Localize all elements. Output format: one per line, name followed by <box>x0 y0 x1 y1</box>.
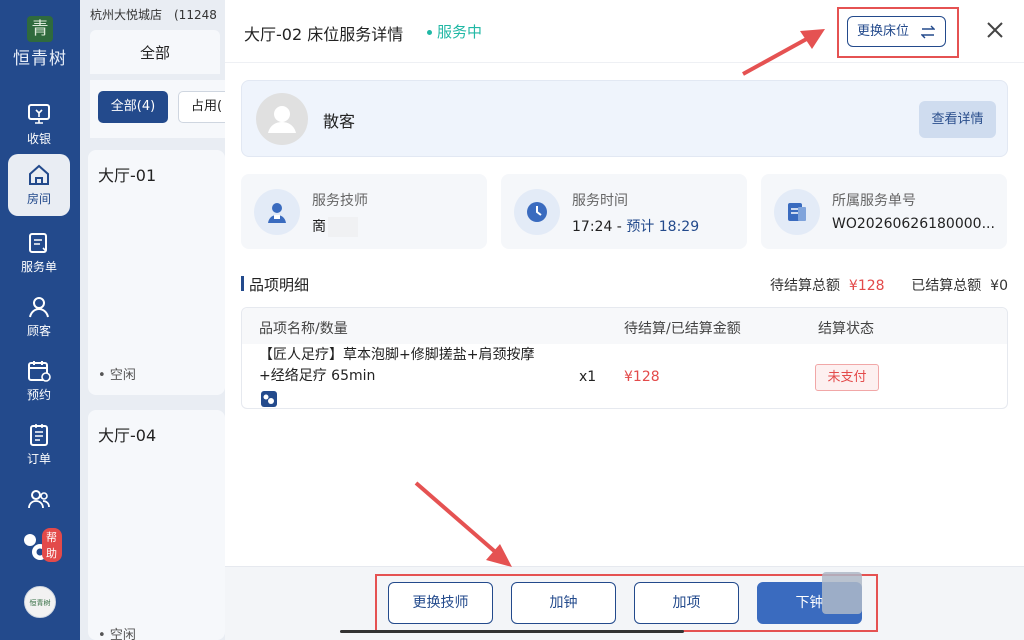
service-order-icon <box>29 233 47 253</box>
swap-bed-label: 更换床位 <box>857 24 910 39</box>
nav-label: 订单 <box>26 452 51 466</box>
customer-avatar <box>256 93 308 145</box>
nav-label: 预约 <box>26 388 51 402</box>
help-button[interactable]: 帮助 <box>22 528 62 570</box>
logo-text: 恒青树 <box>13 49 67 69</box>
filter-chip-all[interactable]: 全部(4) <box>98 91 168 123</box>
add-item-button[interactable]: 加项 <box>634 582 739 624</box>
room-status-text: 空闲 <box>109 368 136 383</box>
view-details-button[interactable]: 查看详情 <box>919 101 996 138</box>
room-title: 大厅-04 <box>98 426 157 445</box>
column-header: 待结算/已结算金额 <box>624 321 741 337</box>
column-header: 结算状态 <box>818 321 874 337</box>
customer-icon <box>29 297 49 318</box>
masked-text <box>328 217 358 237</box>
item-name: 【匠人足疗】草本泡脚+修脚搓盐+肩颈按摩+经络足疗 65min <box>259 347 535 384</box>
brand-tag-icon <box>263 394 274 404</box>
brand-logo: 青 恒青树 <box>0 16 80 69</box>
settled-total-value: ¥0 <box>990 278 1008 294</box>
help-badge: 帮助 <box>42 528 62 562</box>
info-card-order-no: 所属服务单号 WO20260626180000... <box>761 174 1007 249</box>
header-divider <box>225 62 1024 63</box>
swap-icon <box>921 25 935 39</box>
logo-mark: 青 <box>27 16 53 42</box>
service-order-number[interactable]: WO20260626180000... <box>832 216 995 232</box>
settled-total-label: 已结算总额 <box>911 278 982 294</box>
staff-icon <box>28 490 50 509</box>
nav-label: 服务单 <box>20 260 57 274</box>
item-qty: x1 <box>579 369 597 385</box>
nav-label: 顾客 <box>26 324 51 338</box>
order-icon <box>30 424 48 446</box>
room-status: • 空闲 <box>98 368 136 383</box>
room-icon <box>29 164 49 185</box>
item-amount: ¥128 <box>624 369 660 385</box>
status-dot <box>427 30 432 35</box>
tab-all[interactable]: 全部 <box>90 30 220 74</box>
add-time-button[interactable]: 加钟 <box>511 582 616 624</box>
customer-name: 散客 <box>323 112 356 131</box>
cashier-icon <box>28 104 50 124</box>
technician-name-text: 啇 <box>312 219 326 235</box>
info-label: 服务技师 <box>312 193 368 209</box>
info-label: 服务时间 <box>572 193 628 209</box>
service-estimate: 预计 18:29 <box>626 219 700 235</box>
technician-icon <box>268 203 286 223</box>
item-brand-icon <box>261 391 277 407</box>
room-status-text: 空闲 <box>109 628 136 640</box>
calendar-icon <box>28 361 51 382</box>
store-avatar[interactable]: 恒青树 <box>24 586 56 618</box>
technician-icon-wrap <box>254 189 300 235</box>
nav-item-customer[interactable]: 顾客 <box>8 286 70 348</box>
floating-overlay <box>822 572 862 614</box>
section-accent-bar <box>241 276 244 291</box>
clock-icon <box>527 202 547 222</box>
user-avatar-icon <box>268 106 296 133</box>
nav-item-cashier[interactable]: 收银 <box>8 94 70 156</box>
totals: 待结算总额 ¥128 已结算总额 ¥0 <box>770 275 1008 295</box>
info-card-service-time: 服务时间 17:24 - 预计 18:29 <box>501 174 747 249</box>
service-start: 17:24 - <box>572 219 622 235</box>
nav-label: 房间 <box>26 192 51 206</box>
section-title: 品项明细 <box>249 276 310 294</box>
room-title: 大厅-01 <box>98 166 157 185</box>
filter-row: 全部(4) 占用( <box>90 80 238 138</box>
technician-name: 啇 <box>312 216 358 237</box>
side-nav: 青 恒青树 收银 房间 服务单 顾客 预约 订单 帮助 恒青树 <box>0 0 80 640</box>
drawer-title: 大厅-02 床位服务详情 <box>244 25 404 44</box>
nav-item-order[interactable]: 订单 <box>8 414 70 476</box>
nav-label: 收银 <box>26 132 51 146</box>
pending-total-label: 待结算总额 <box>770 278 841 294</box>
room-card[interactable]: 大厅-04 • 空闲 <box>88 410 225 640</box>
clock-icon-wrap <box>514 189 560 235</box>
store-name[interactable]: 杭州大悦城店 (11248 <box>90 6 217 23</box>
service-status-text: 服务中 <box>437 23 483 41</box>
customer-card: 散客 查看详情 <box>241 80 1008 157</box>
document-icon-wrap <box>774 189 820 235</box>
service-time-value: 17:24 - 预计 18:29 <box>572 216 699 236</box>
swap-bed-button[interactable]: 更换床位 <box>847 16 946 47</box>
payment-status-badge: 未支付 <box>815 364 879 391</box>
room-card[interactable]: 大厅-01 • 空闲 <box>88 150 225 395</box>
home-indicator <box>340 630 684 633</box>
nav-item-service-order[interactable]: 服务单 <box>8 222 70 284</box>
bed-detail-drawer: 大厅-02 床位服务详情 服务中 更换床位 散客 查看详情 服务技师 啇 服务时… <box>225 0 1024 640</box>
info-label: 所属服务单号 <box>832 193 916 209</box>
change-technician-button[interactable]: 更换技师 <box>388 582 493 624</box>
nav-item-room[interactable]: 房间 <box>8 154 70 216</box>
service-status: 服务中 <box>427 21 482 42</box>
close-icon[interactable] <box>983 18 1007 42</box>
room-status: • 空闲 <box>98 624 136 640</box>
info-card-technician: 服务技师 啇 <box>241 174 487 249</box>
document-icon <box>788 203 806 221</box>
column-header: 品项名称/数量 <box>259 321 348 337</box>
nav-item-reservation[interactable]: 预约 <box>8 350 70 412</box>
items-table: 品项名称/数量 待结算/已结算金额 结算状态 【匠人足疗】草本泡脚+修脚搓盐+肩… <box>241 307 1008 409</box>
pending-total-value: ¥128 <box>848 278 885 294</box>
